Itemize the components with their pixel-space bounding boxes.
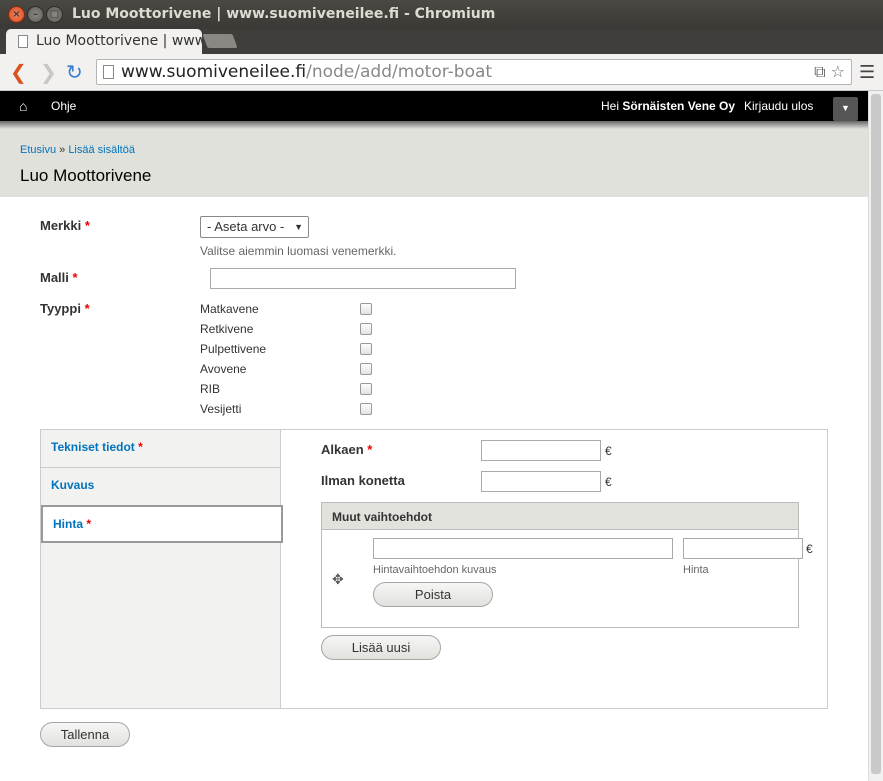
page-icon (18, 35, 28, 48)
tyyppi-checkbox-pulpettivene[interactable] (360, 343, 372, 355)
drag-handle-icon[interactable]: ✥ (332, 571, 344, 588)
remove-button[interactable]: Poista (373, 582, 493, 607)
malli-input[interactable] (210, 268, 516, 289)
currency-symbol: € (806, 542, 813, 556)
tyyppi-option-label: Retkivene (200, 322, 254, 336)
browser-toolbar: ❮ ❯ ↻ www.suomiveneilee.fi/node/add/moto… (0, 54, 883, 91)
muut-vaihtoehdot-fieldset: Muut vaihtoehdot ✥ Hintavaihtoehdon kuva… (321, 502, 813, 628)
currency-symbol: € (605, 444, 612, 458)
tyyppi-option-label: RIB (200, 382, 221, 396)
browser-menu-icon[interactable]: ☰ (859, 62, 875, 83)
tab-strip: Luo Moottorivene | www.suomiveneilee.fi (0, 29, 883, 54)
shortcuts-toggle-icon[interactable]: ▼ (833, 97, 858, 121)
tyyppi-option-label: Matkavene (200, 302, 259, 316)
breadcrumb-add-content-link[interactable]: Lisää sisältöä (68, 144, 135, 156)
window-title: Luo Moottorivene | www.suomiveneilee.fi … (72, 6, 496, 22)
tab-kuvaus[interactable]: Kuvaus (41, 468, 281, 506)
option-description-input[interactable] (373, 538, 673, 559)
tyyppi-option-label: Avovene (200, 362, 247, 376)
tyyppi-option-label: Pulpettivene (200, 342, 267, 356)
tyyppi-label: Tyyppi * (40, 301, 90, 316)
tyyppi-checkbox-avovene[interactable] (360, 363, 372, 375)
vertical-tabs: Tekniset tiedot * Kuvaus Hinta * Alkaen … (40, 429, 828, 709)
vertical-scrollbar[interactable] (868, 91, 883, 781)
option-description-label: Hintavaihtoehdon kuvaus (373, 564, 497, 576)
tyyppi-checkbox-rib[interactable] (360, 383, 372, 395)
window-maximize-button[interactable]: □ (46, 6, 63, 23)
alkaen-input[interactable] (481, 440, 601, 461)
bookmark-star-icon[interactable]: ☆ (831, 62, 845, 81)
ilman-konetta-label: Ilman konetta (321, 473, 405, 488)
save-button[interactable]: Tallenna (40, 722, 130, 747)
window-minimize-button[interactable]: – (27, 6, 44, 23)
user-greeting: Hei Sörnäisten Vene Oy (601, 99, 736, 113)
admin-toolbar: ⌂ Ohje Hei Sörnäisten Vene Oy Kirjaudu u… (0, 91, 868, 121)
scrollbar-thumb[interactable] (871, 94, 881, 774)
page-title: Luo Moottorivene (20, 166, 152, 185)
page-viewport: ⌂ Ohje Hei Sörnäisten Vene Oy Kirjaudu u… (0, 91, 868, 781)
tyyppi-option-label: Vesijetti (200, 402, 242, 416)
tyyppi-checkbox-retkivene[interactable] (360, 323, 372, 335)
window-titlebar: × – □ Luo Moottorivene | www.suomiveneil… (0, 0, 883, 29)
window-close-button[interactable]: × (8, 6, 25, 23)
currency-symbol: € (605, 475, 612, 489)
new-tab-button[interactable] (202, 34, 238, 48)
malli-label: Malli * (40, 270, 78, 285)
add-new-button[interactable]: Lisää uusi (321, 635, 441, 660)
fieldset-legend: Muut vaihtoehdot (322, 503, 798, 530)
breadcrumb: Etusivu » Lisää sisältöä (20, 144, 135, 156)
tab-hinta[interactable]: Hinta * (41, 505, 283, 543)
address-path: /node/add/motor-boat (306, 62, 493, 82)
reload-icon[interactable]: ↻ (66, 60, 83, 84)
merkki-select[interactable]: - Aseta arvo - ▼ (200, 216, 309, 238)
tyyppi-checkbox-vesijetti[interactable] (360, 403, 372, 415)
breadcrumb-home-link[interactable]: Etusivu (20, 144, 56, 156)
chevron-down-icon: ▼ (294, 222, 303, 232)
merkki-label: Merkki * (40, 218, 90, 233)
address-bar[interactable]: www.suomiveneilee.fi/node/add/motor-boat… (96, 59, 852, 85)
page-icon (103, 65, 114, 79)
toolbar-shadow (0, 121, 868, 129)
ilman-konetta-input[interactable] (481, 471, 601, 492)
vertical-tabs-menu: Tekniset tiedot * Kuvaus Hinta * (41, 430, 283, 708)
tab-title: Luo Moottorivene | www.suomiveneilee.fi (36, 33, 202, 49)
tyyppi-checkbox-matkavene[interactable] (360, 303, 372, 315)
page-header: Etusivu » Lisää sisältöä Luo Moottoriven… (0, 129, 868, 197)
hinta-pane: Alkaen * € Ilman konetta € Muut vaihtoeh… (281, 430, 827, 708)
home-icon[interactable]: ⌂ (19, 98, 27, 114)
forward-icon[interactable]: ❯ (40, 60, 57, 84)
help-link[interactable]: Ohje (51, 99, 76, 113)
tab-tekniset-tiedot[interactable]: Tekniset tiedot * (41, 430, 281, 468)
option-price-input[interactable] (683, 538, 803, 559)
user-name[interactable]: Sörnäisten Vene Oy (622, 99, 735, 113)
translate-icon[interactable]: ⧉ (814, 62, 825, 81)
logout-link[interactable]: Kirjaudu ulos (744, 99, 813, 113)
merkki-description: Valitse aiemmin luomasi venemerkki. (200, 244, 397, 258)
back-icon[interactable]: ❮ (10, 60, 27, 84)
alkaen-label: Alkaen * (321, 442, 373, 457)
option-price-label: Hinta (683, 564, 709, 576)
address-host: www.suomiveneilee.fi (121, 62, 307, 82)
browser-tab[interactable]: Luo Moottorivene | www.suomiveneilee.fi (6, 29, 202, 54)
